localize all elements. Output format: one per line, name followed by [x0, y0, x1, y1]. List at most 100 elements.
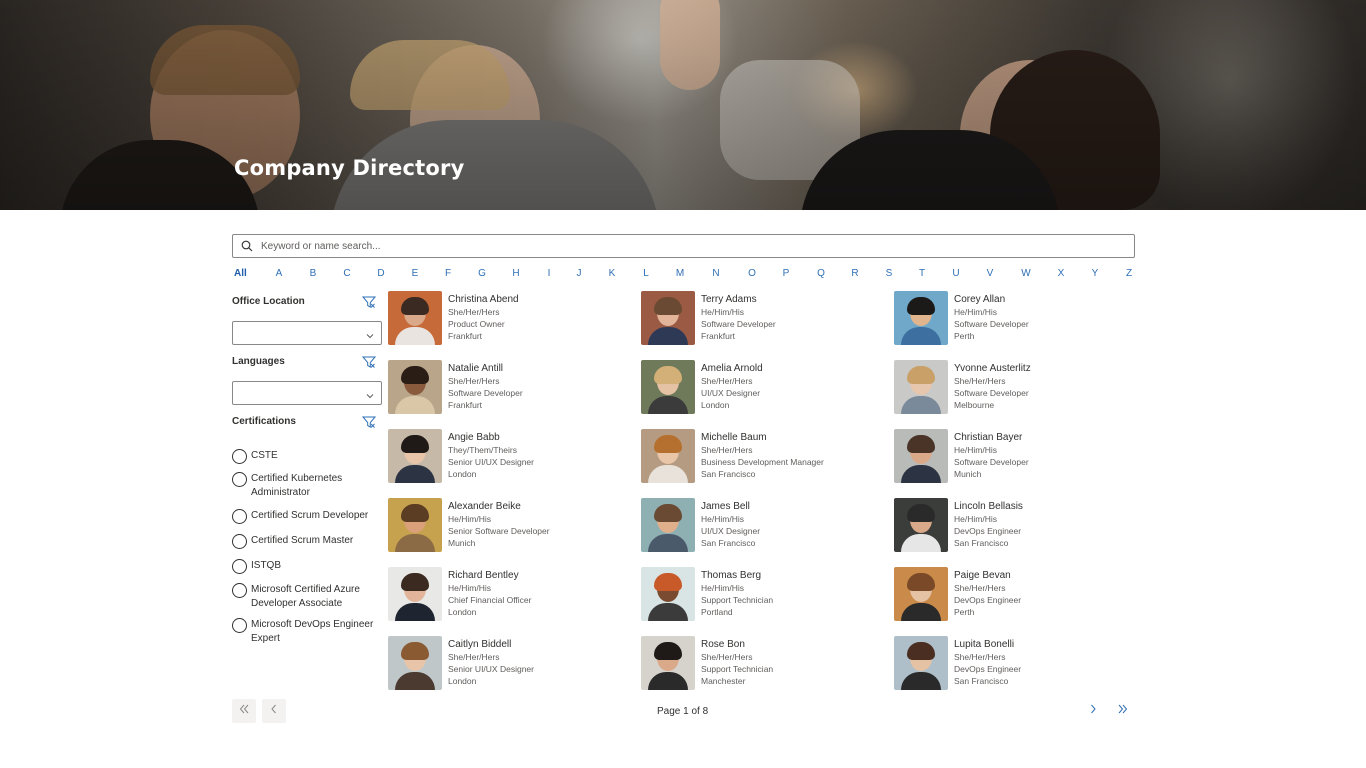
person-card[interactable]: Corey Allan He/Him/His Software Develope… — [894, 291, 1134, 347]
previous-page-button[interactable] — [262, 699, 286, 723]
alpha-r[interactable]: R — [851, 268, 858, 279]
person-card[interactable]: Lupita Bonelli She/Her/Hers DevOps Engin… — [894, 636, 1134, 692]
person-name[interactable]: Richard Bentley — [448, 569, 531, 582]
person-name[interactable]: Yvonne Austerlitz — [954, 362, 1031, 375]
alpha-a[interactable]: A — [276, 268, 283, 279]
alpha-f[interactable]: F — [445, 268, 451, 279]
radio-button[interactable] — [232, 509, 247, 524]
radio-button[interactable] — [232, 472, 247, 487]
person-name[interactable]: Paige Bevan — [954, 569, 1021, 582]
alpha-m[interactable]: M — [676, 268, 684, 279]
alpha-u[interactable]: U — [952, 268, 959, 279]
next-page-button[interactable] — [1081, 699, 1105, 723]
radio-button[interactable] — [232, 534, 247, 549]
person-card[interactable]: Thomas Berg He/Him/His Support Technicia… — [641, 567, 881, 623]
person-pronouns: She/Her/Hers — [448, 307, 500, 317]
alpha-t[interactable]: T — [919, 268, 925, 279]
person-location: Melbourne — [954, 400, 995, 410]
alpha-d[interactable]: D — [377, 268, 384, 279]
person-name[interactable]: Rose Bon — [701, 638, 773, 651]
avatar — [641, 636, 695, 690]
person-name[interactable]: Lincoln Bellasis — [954, 500, 1023, 513]
person-card[interactable]: Rose Bon She/Her/Hers Support Technician… — [641, 636, 881, 692]
cert-option[interactable]: Certified Scrum Master — [232, 534, 382, 549]
person-name[interactable]: Christina Abend — [448, 293, 519, 306]
search-input[interactable] — [261, 236, 1134, 256]
person-name[interactable]: Thomas Berg — [701, 569, 773, 582]
cert-option[interactable]: ISTQB — [232, 559, 382, 574]
alpha-n[interactable]: N — [712, 268, 719, 279]
person-pronouns: He/Him/His — [954, 307, 997, 317]
cert-option[interactable]: Certified Kubernetes Administrator — [232, 472, 382, 500]
first-page-button[interactable] — [232, 699, 256, 723]
alpha-e[interactable]: E — [412, 268, 419, 279]
person-card[interactable]: Terry Adams He/Him/His Software Develope… — [641, 291, 881, 347]
radio-button[interactable] — [232, 618, 247, 633]
person-card[interactable]: Lincoln Bellasis He/Him/His DevOps Engin… — [894, 498, 1134, 554]
languages-dropdown[interactable] — [232, 381, 382, 405]
search-box[interactable] — [232, 234, 1135, 258]
person-name[interactable]: Angie Babb — [448, 431, 534, 444]
person-title: UI/UX Designer — [701, 388, 761, 398]
person-card[interactable]: Michelle Baum She/Her/Hers Business Deve… — [641, 429, 881, 485]
alpha-q[interactable]: Q — [817, 268, 825, 279]
person-name[interactable]: Corey Allan — [954, 293, 1029, 306]
office-location-dropdown[interactable] — [232, 321, 382, 345]
avatar — [894, 636, 948, 690]
cert-option[interactable]: CSTE — [232, 449, 382, 464]
radio-button[interactable] — [232, 559, 247, 574]
person-name[interactable]: Amelia Arnold — [701, 362, 763, 375]
person-name[interactable]: Caitlyn Biddell — [448, 638, 534, 651]
alpha-v[interactable]: V — [987, 268, 994, 279]
alpha-b[interactable]: B — [310, 268, 317, 279]
person-name[interactable]: Lupita Bonelli — [954, 638, 1021, 651]
person-card[interactable]: Caitlyn Biddell She/Her/Hers Senior UI/U… — [388, 636, 628, 692]
filter-icon[interactable] — [361, 295, 377, 309]
last-page-button[interactable] — [1111, 699, 1135, 723]
cert-option[interactable]: Microsoft Certified Azure Developer Asso… — [232, 583, 382, 611]
alpha-x[interactable]: X — [1058, 268, 1065, 279]
alpha-y[interactable]: Y — [1092, 268, 1099, 279]
alpha-all[interactable]: All — [234, 268, 247, 279]
person-card[interactable]: Christian Bayer He/Him/His Software Deve… — [894, 429, 1134, 485]
person-card[interactable]: James Bell He/Him/His UI/UX Designer San… — [641, 498, 881, 554]
person-pronouns: She/Her/Hers — [701, 376, 753, 386]
person-name[interactable]: Terry Adams — [701, 293, 776, 306]
alpha-g[interactable]: G — [478, 268, 486, 279]
person-name[interactable]: Michelle Baum — [701, 431, 824, 444]
person-title: DevOps Engineer — [954, 526, 1022, 536]
person-card[interactable]: Yvonne Austerlitz She/Her/Hers Software … — [894, 360, 1134, 416]
person-card[interactable]: Christina Abend She/Her/Hers Product Own… — [388, 291, 628, 347]
person-card[interactable]: Paige Bevan She/Her/Hers DevOps Engineer… — [894, 567, 1134, 623]
alpha-c[interactable]: C — [343, 268, 350, 279]
alpha-o[interactable]: O — [748, 268, 756, 279]
alpha-j[interactable]: J — [577, 268, 582, 279]
person-card[interactable]: Angie Babb They/Them/Theirs Senior UI/UX… — [388, 429, 628, 485]
person-card[interactable]: Natalie Antill She/Her/Hers Software Dev… — [388, 360, 628, 416]
filter-icon[interactable] — [361, 355, 377, 369]
person-name[interactable]: James Bell — [701, 500, 760, 513]
alpha-h[interactable]: H — [512, 268, 519, 279]
person-pronouns: He/Him/His — [954, 445, 997, 455]
alpha-i[interactable]: I — [548, 268, 551, 279]
filter-icon[interactable] — [361, 415, 377, 429]
person-name[interactable]: Alexander Beike — [448, 500, 550, 513]
cert-option[interactable]: Certified Scrum Developer — [232, 509, 382, 524]
radio-button[interactable] — [232, 583, 247, 598]
person-name[interactable]: Natalie Antill — [448, 362, 523, 375]
cert-option[interactable]: Microsoft DevOps Engineer Expert — [232, 618, 382, 646]
avatar — [641, 498, 695, 552]
alpha-p[interactable]: P — [783, 268, 790, 279]
person-title: Support Technician — [701, 595, 774, 605]
person-title: DevOps Engineer — [954, 595, 1022, 605]
radio-button[interactable] — [232, 449, 247, 464]
person-card[interactable]: Alexander Beike He/Him/His Senior Softwa… — [388, 498, 628, 554]
alpha-s[interactable]: S — [886, 268, 893, 279]
alpha-w[interactable]: W — [1021, 268, 1030, 279]
person-card[interactable]: Amelia Arnold She/Her/Hers UI/UX Designe… — [641, 360, 881, 416]
alpha-z[interactable]: Z — [1126, 268, 1132, 279]
person-card[interactable]: Richard Bentley He/Him/His Chief Financi… — [388, 567, 628, 623]
alpha-k[interactable]: K — [609, 268, 616, 279]
person-name[interactable]: Christian Bayer — [954, 431, 1029, 444]
alpha-l[interactable]: L — [643, 268, 649, 279]
